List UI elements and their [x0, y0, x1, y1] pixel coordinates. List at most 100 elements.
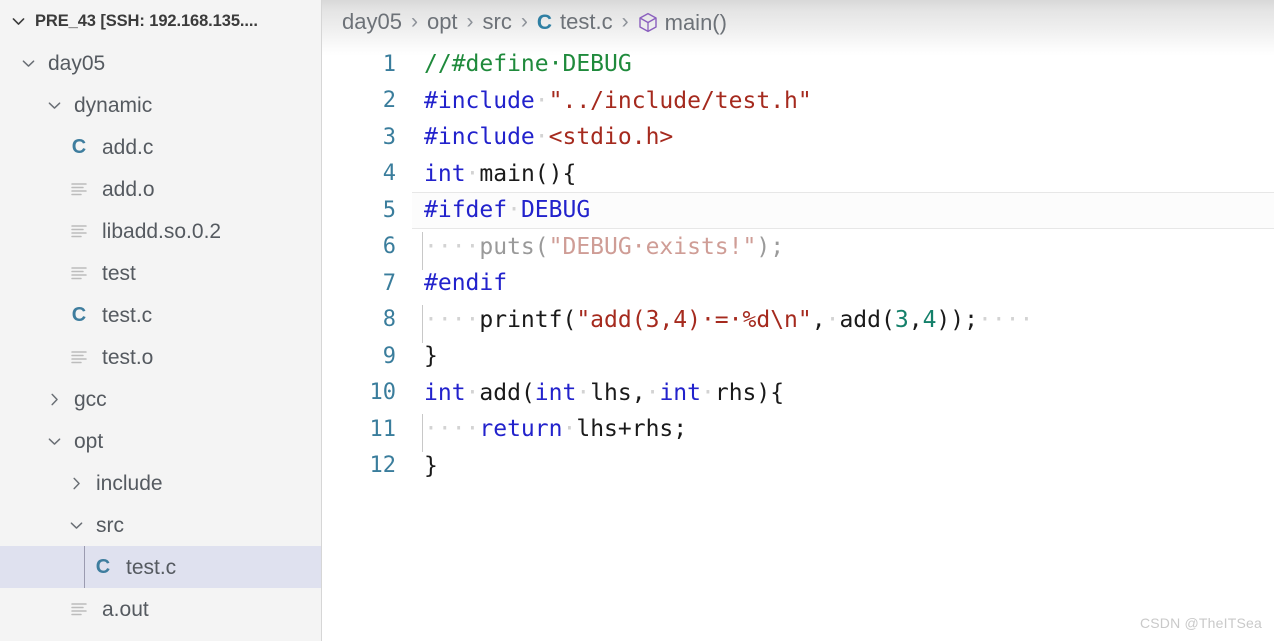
code-token-ws: ····: [977, 306, 1034, 333]
tree-item-label: test.o: [102, 345, 154, 369]
file-tree: day05 dynamic Cadd.c add.o libadd.so.0.2 test…: [0, 42, 321, 630]
tree-item-dynamic[interactable]: dynamic: [0, 84, 321, 126]
tree-item-opt[interactable]: opt: [0, 420, 321, 462]
breadcrumb: day05 › opt › src › Ctest.c › main(): [322, 0, 1274, 44]
code-token-ws: ·: [507, 197, 521, 224]
tree-item-label: day05: [48, 51, 106, 75]
code-token-plain: lhs,: [590, 379, 646, 406]
code-token-ws: ····: [424, 416, 480, 443]
breadcrumb-separator-icon: ›: [621, 10, 629, 33]
code-token-dim: );: [756, 233, 785, 260]
code-line-text[interactable]: #ifdef·DEBUG: [396, 197, 590, 223]
code-line[interactable]: 8 ····printf("add(3,4)·=·%d\n",·add(3,4))…: [322, 302, 1274, 343]
code-token-plain: main(){: [479, 160, 577, 187]
line-number: 8: [382, 307, 396, 333]
breadcrumb-item-test-c[interactable]: Ctest.c: [537, 9, 613, 35]
code-line[interactable]: 10 int·add(int·lhs,·int·rhs){: [322, 375, 1274, 412]
code-line-text[interactable]: //#define·DEBUG: [396, 51, 632, 77]
chevron-down-icon[interactable]: [44, 433, 64, 450]
tree-item-label: src: [96, 513, 124, 537]
code-line[interactable]: 1 //#define·DEBUG: [322, 46, 1274, 83]
code-token-plain: add(: [479, 379, 535, 406]
line-number: 5: [382, 197, 396, 223]
line-number: 6: [382, 234, 396, 260]
code-line-text[interactable]: int·main(){: [396, 161, 576, 187]
tree-item-test-c[interactable]: Ctest.c: [0, 294, 321, 336]
line-number: 7: [382, 270, 396, 296]
tree-item-add-o[interactable]: add.o: [0, 168, 321, 210]
tree-item-libadd-so-0-2[interactable]: libadd.so.0.2: [0, 210, 321, 252]
code-token-pre: #include: [424, 124, 535, 151]
code-line[interactable]: 11 ····return·lhs+rhs;: [322, 411, 1274, 453]
chevron-down-icon[interactable]: [44, 97, 64, 114]
tree-item-src[interactable]: src: [0, 504, 321, 546]
c-file-icon: C: [71, 304, 87, 326]
breadcrumb-item-main-[interactable]: main(): [638, 9, 727, 36]
breadcrumb-item-day05[interactable]: day05: [342, 9, 402, 35]
tree-item-gcc[interactable]: gcc: [0, 378, 321, 420]
line-number: 2: [382, 88, 396, 114]
line-number: 9: [382, 343, 396, 369]
c-file-icon: C: [95, 556, 111, 578]
chevron-down-icon[interactable]: [8, 13, 28, 30]
code-token-plain: ,: [908, 306, 923, 333]
vscode-window: PRE_43 [SSH: 192.168.135.... day05 dynami…: [0, 0, 1274, 641]
line-number: 1: [382, 51, 396, 77]
code-line-text[interactable]: int·add(int·lhs,·int·rhs){: [396, 380, 784, 406]
breadcrumb-separator-icon: ›: [466, 10, 474, 33]
code-line[interactable]: 3 #include·<stdio.h>: [322, 119, 1274, 156]
code-token-num: 4: [922, 306, 937, 333]
code-line-text[interactable]: }: [396, 453, 438, 479]
chevron-right-icon[interactable]: [44, 391, 64, 408]
code-line[interactable]: 7 #endif: [322, 265, 1274, 302]
code-token-ws: ·: [701, 379, 715, 406]
code-line[interactable]: 9}: [322, 338, 1274, 375]
tree-item-a-out[interactable]: a.out: [0, 588, 321, 630]
line-number: 12: [369, 453, 397, 479]
breadcrumb-label: main(): [664, 9, 727, 35]
code-token-kw: int: [424, 379, 466, 406]
code-line[interactable]: 12}: [322, 448, 1274, 485]
chevron-right-icon[interactable]: [66, 475, 86, 492]
tree-item-label: add.o: [102, 177, 155, 201]
code-content[interactable]: 1//#define·DEBUG 2 #include·"../include/te…: [322, 46, 1274, 484]
breadcrumb-label: src: [482, 9, 512, 34]
code-token-plain: lhs+rhs;: [576, 416, 688, 443]
code-line[interactable]: 2 #include·"../include/test.h": [322, 83, 1274, 120]
tree-item-day05[interactable]: day05: [0, 42, 321, 84]
code-line-text[interactable]: #endif: [396, 270, 507, 296]
code-line[interactable]: 6 ····puts("DEBUG·exists!");: [322, 229, 1274, 270]
code-line-text[interactable]: ····return·lhs+rhs;: [396, 414, 688, 453]
explorer-root-header[interactable]: PRE_43 [SSH: 192.168.135....: [0, 0, 321, 42]
breadcrumb-item-src[interactable]: src: [483, 9, 512, 35]
tree-item-test-o[interactable]: test.o: [0, 336, 321, 378]
breadcrumb-item-opt[interactable]: opt: [427, 9, 458, 35]
code-line-text[interactable]: ····puts("DEBUG·exists!");: [396, 231, 785, 270]
breadcrumb-separator-icon: ›: [520, 10, 528, 33]
tree-item-label: gcc: [74, 387, 107, 411]
code-line-text[interactable]: #include·"../include/test.h": [396, 88, 812, 114]
tree-item-include[interactable]: include: [0, 462, 321, 504]
chevron-down-icon[interactable]: [66, 517, 86, 534]
generic-file-icon: [66, 223, 92, 240]
code-token-ws: ·: [465, 379, 480, 406]
tree-item-test[interactable]: test: [0, 252, 321, 294]
code-token-dim: puts(: [479, 233, 549, 260]
code-token-plain: printf(: [479, 306, 577, 333]
code-line-text[interactable]: }: [396, 343, 438, 369]
code-line[interactable]: 4 int·main(){: [322, 156, 1274, 193]
tree-item-test-c[interactable]: Ctest.c: [0, 546, 321, 588]
code-line[interactable]: 5 #ifdef·DEBUG: [322, 192, 1274, 229]
tree-item-label: include: [96, 471, 163, 495]
tree-item-label: test.c: [102, 303, 153, 327]
code-token-ws: ·: [645, 379, 660, 406]
line-number: 4: [382, 161, 396, 187]
chevron-down-icon[interactable]: [18, 55, 38, 72]
code-line-text[interactable]: #include·<stdio.h>: [396, 124, 673, 150]
code-token-plain: ));: [936, 306, 978, 333]
code-token-ws: ····: [424, 306, 480, 333]
tree-item-add-c[interactable]: Cadd.c: [0, 126, 321, 168]
generic-file-icon: [66, 349, 92, 366]
code-line-text[interactable]: ····printf("add(3,4)·=·%d\n",·add(3,4));…: [396, 304, 1034, 343]
line-number: 10: [369, 380, 397, 406]
